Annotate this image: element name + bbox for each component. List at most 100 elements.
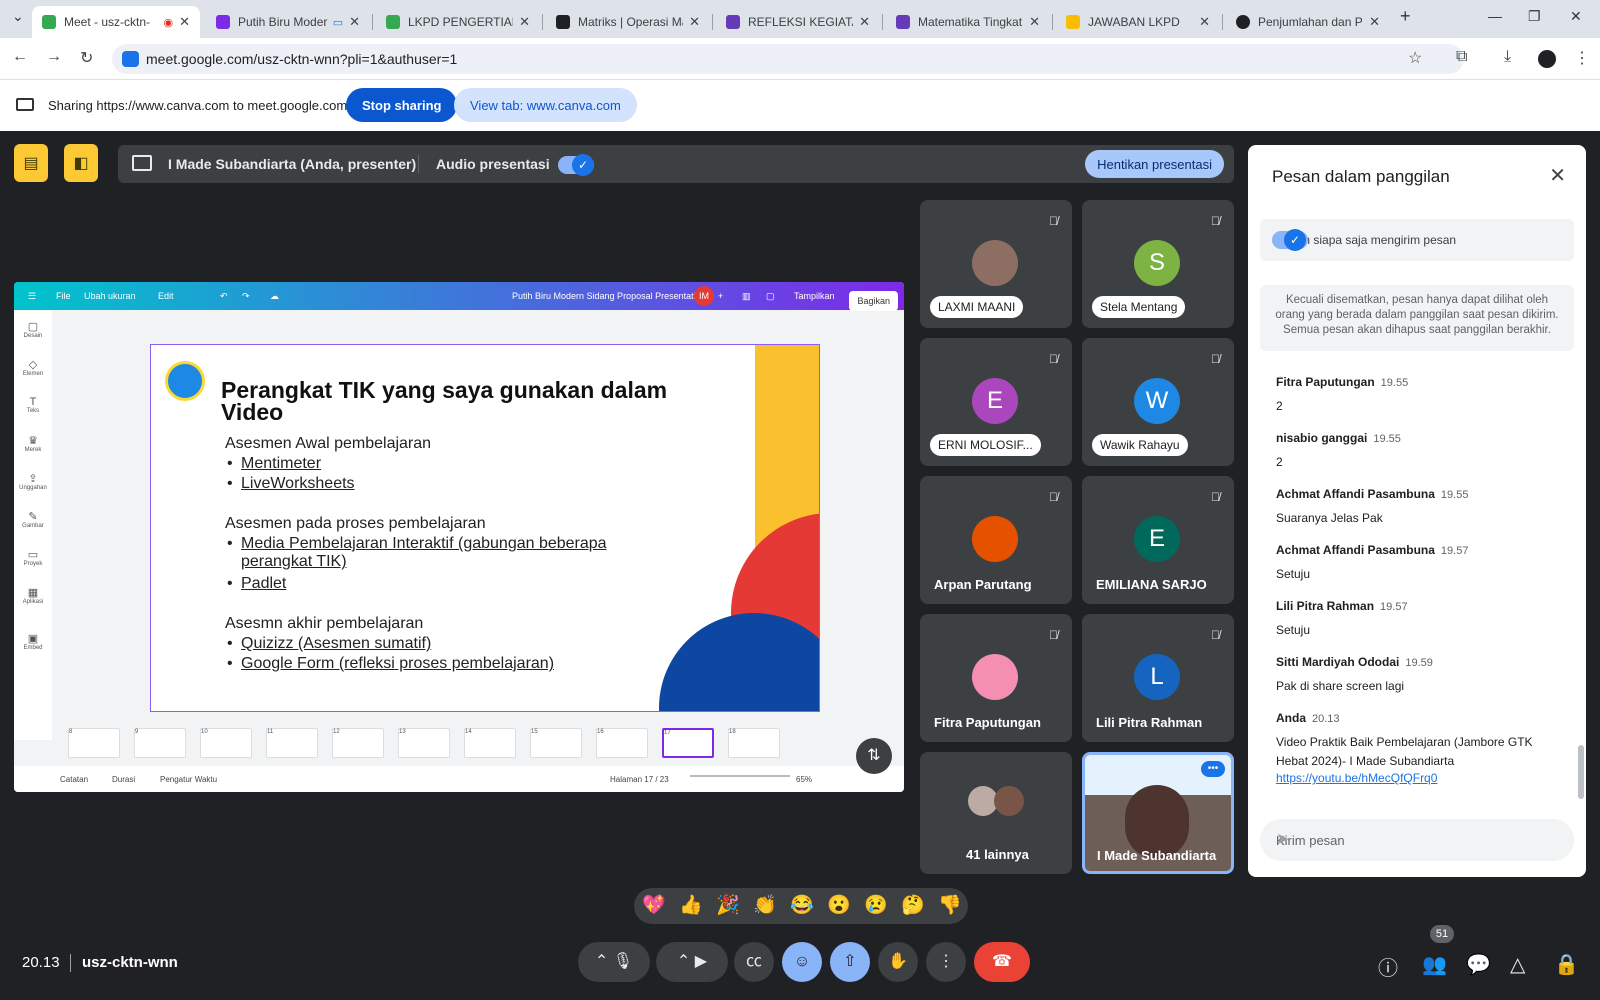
slide-thumbnail[interactable]: 18 <box>728 728 780 758</box>
slide-canvas[interactable]: Perangkat TIK yang saya gunakan dalam Vi… <box>150 344 820 712</box>
tab-matriks[interactable]: Matriks | Operasi Ma ✕ <box>546 6 710 38</box>
slide-thumbnail[interactable]: 13 <box>398 728 450 758</box>
audio-presentation-toggle[interactable]: ✓ <box>558 154 594 176</box>
bookmark-star-icon[interactable]: ☆ <box>1408 48 1422 68</box>
stop-presenting-button[interactable]: Hentikan presentasi <box>1085 150 1224 178</box>
back-icon[interactable]: ← <box>12 48 28 66</box>
reaction-surprised-icon[interactable]: 😮 <box>827 893 851 917</box>
reaction-laugh-icon[interactable]: 😂 <box>790 893 814 917</box>
hide-presentation-button[interactable]: ▤ <box>14 144 48 182</box>
canva-resize-menu[interactable]: Ubah ukuran <box>84 291 136 301</box>
raise-hand-button[interactable]: ✋ <box>878 942 918 982</box>
sidebar-item-aplikasi[interactable]: ▦ Aplikasi <box>14 586 52 605</box>
close-window-icon[interactable]: ✕ <box>1570 8 1582 25</box>
slide-thumbnail-selected[interactable]: 17 <box>662 728 714 758</box>
close-tab-icon[interactable]: ✕ <box>689 14 700 30</box>
participant-tile[interactable]: 🎙̸ LAXMI MAANI <box>920 200 1072 328</box>
chat-composer[interactable]: Kirim pesan ➤ <box>1260 819 1574 861</box>
minimize-icon[interactable]: — <box>1488 8 1502 24</box>
tab-penjumlahan[interactable]: Penjumlahan dan Pe ✕ <box>1226 6 1390 38</box>
timer-button[interactable]: Pengatur Waktu <box>160 775 217 784</box>
reload-icon[interactable]: ↻ <box>80 48 93 68</box>
restore-icon[interactable]: ❐ <box>1528 8 1541 25</box>
microphone-button[interactable]: ⌃ 🎙 <box>578 942 650 982</box>
close-tab-icon[interactable]: ✕ <box>349 14 360 30</box>
slide-bullet-link[interactable]: Media Pembelajaran Interaktif (gabungan … <box>227 535 641 571</box>
more-options-icon[interactable]: ••• <box>1201 761 1225 777</box>
sidebar-item-gambar[interactable]: ✎ Gambar <box>14 510 52 529</box>
analytics-icon[interactable]: ▥ <box>742 291 751 302</box>
duration-button[interactable]: Durasi <box>112 775 135 784</box>
canva-user-avatar[interactable]: IM <box>694 286 714 306</box>
self-video-tile[interactable]: ••• I Made Subandiarta <box>1082 752 1234 874</box>
menu-icon[interactable]: ☰ <box>28 291 36 302</box>
message-link[interactable]: https://youtu.be/hMecQfQFrq0 <box>1276 771 1437 785</box>
url-field[interactable]: meet.google.com/usz-cktn-wnn?pli=1&authu… <box>112 44 1464 74</box>
swap-arrows-button[interactable]: ⇅ <box>856 738 892 774</box>
tab-jawaban[interactable]: JAWABAN LKPD ✕ <box>1056 6 1220 38</box>
sidebar-item-embed[interactable]: ▣ Embed <box>14 632 52 651</box>
more-options-button[interactable]: ⋮ <box>926 942 966 982</box>
stop-sharing-button[interactable]: Stop sharing <box>346 88 458 122</box>
canva-present-button[interactable]: Tampilkan <box>794 291 835 301</box>
participant-tile[interactable]: 🎙̸ E ERNI MOLOSIF... <box>920 338 1072 466</box>
camera-button[interactable]: ⌃ ▶ <box>656 942 728 982</box>
participant-tile[interactable]: 🎙̸ S Stela Mentang <box>1082 200 1234 328</box>
tab-canva[interactable]: Putih Biru Moder ▭ ✕ <box>206 6 370 38</box>
slide-thumbnail[interactable]: 9 <box>134 728 186 758</box>
slide-bullet-link[interactable]: Google Form (refleksi proses pembelajara… <box>227 655 554 673</box>
participant-tile[interactable]: 🎙̸ Fitra Paputungan <box>920 614 1072 742</box>
slide-thumbnail[interactable]: 8 <box>68 728 120 758</box>
close-tab-icon[interactable]: ✕ <box>1369 14 1380 30</box>
activities-icon[interactable]: △ <box>1510 952 1525 977</box>
close-tab-icon[interactable]: ✕ <box>519 14 530 30</box>
add-collaborator-icon[interactable]: + <box>718 291 723 301</box>
view-tab-button[interactable]: View tab: www.canva.com <box>454 88 637 122</box>
profile-avatar[interactable] <box>1538 50 1556 68</box>
slide-thumbnail[interactable]: 12 <box>332 728 384 758</box>
emoji-button[interactable]: ☺ <box>782 942 822 982</box>
sidebar-item-desain[interactable]: ▢ Desain <box>14 320 52 339</box>
reaction-heart-icon[interactable]: 💖 <box>642 893 666 917</box>
new-tab-icon[interactable]: + <box>1400 6 1411 27</box>
close-tab-icon[interactable]: ✕ <box>859 14 870 30</box>
reaction-thinking-icon[interactable]: 🤔 <box>901 893 925 917</box>
present-button[interactable]: ⇧ <box>830 942 870 982</box>
participant-tile[interactable]: 🎙̸ W Wawik Rahayu <box>1082 338 1234 466</box>
sidebar-item-merek[interactable]: ♛ Merek <box>14 434 52 453</box>
sidebar-item-proyek[interactable]: ▭ Proyek <box>14 548 52 567</box>
slide-thumbnail[interactable]: 10 <box>200 728 252 758</box>
slide-bullet-link[interactable]: Quizizz (Asesmen sumatif) <box>227 635 431 653</box>
slide-thumbnail[interactable]: 16 <box>596 728 648 758</box>
download-icon[interactable]: ⤓ <box>1504 48 1511 66</box>
browser-menu-icon[interactable]: ⋮ <box>1574 48 1590 68</box>
comment-icon[interactable]: ▢ <box>766 291 775 302</box>
zoom-level[interactable]: 65% <box>796 775 812 784</box>
chat-scrollbar[interactable] <box>1578 745 1584 799</box>
people-icon[interactable]: 👥 <box>1422 952 1447 977</box>
participant-tile[interactable]: 🎙̸ E EMILIANA SARJO <box>1082 476 1234 604</box>
slide-thumbnail[interactable]: 14 <box>464 728 516 758</box>
canva-share-button[interactable]: Bagikan <box>849 291 898 311</box>
participant-tile[interactable]: 🎙̸ L Lili Pitra Rahman <box>1082 614 1234 742</box>
slide-thumbnail[interactable]: 15 <box>530 728 582 758</box>
reaction-thumbs-up-icon[interactable]: 👍 <box>679 893 703 917</box>
chat-icon[interactable]: 💬 <box>1466 952 1491 977</box>
undo-icon[interactable]: ↶ <box>220 291 228 302</box>
slide-bullet-link[interactable]: LiveWorksheets <box>227 475 354 493</box>
redo-icon[interactable]: ↷ <box>242 291 250 302</box>
tab-meet[interactable]: Meet - usz-cktn- ◉ ✕ <box>32 6 200 38</box>
zoom-slider[interactable] <box>690 775 790 777</box>
reaction-thumbs-down-icon[interactable]: 👎 <box>938 893 962 917</box>
reaction-sad-icon[interactable]: 😢 <box>864 893 888 917</box>
canva-file-menu[interactable]: File <box>56 291 71 301</box>
notes-button[interactable]: Catatan <box>60 775 88 784</box>
tab-lkpd[interactable]: LKPD PENGERTIAN D ✕ <box>376 6 540 38</box>
reaction-party-icon[interactable]: 🎉 <box>716 893 740 917</box>
close-chat-icon[interactable]: ✕ <box>1549 163 1566 188</box>
allow-messages-toggle[interactable]: ✓ <box>1272 229 1308 251</box>
send-icon[interactable]: ➤ <box>1276 829 1560 849</box>
captions-button[interactable]: ㏄ <box>734 942 774 982</box>
forward-icon[interactable]: → <box>46 48 62 66</box>
sidebar-item-elemen[interactable]: ◇ Elemen <box>14 358 52 377</box>
